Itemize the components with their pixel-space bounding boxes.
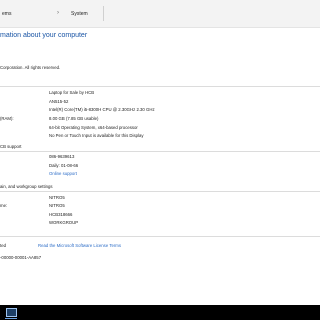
address-divider [103, 6, 104, 21]
breadcrumb-parent[interactable]: ems [2, 11, 11, 17]
model-value: AN515-52 [49, 99, 69, 104]
description-value: HCB318666 [49, 212, 73, 217]
processor-value: Intel(R) Core(TM) i5-8300H CPU @ 2.30GHz… [49, 107, 155, 112]
section-divider [0, 151, 320, 152]
product-id-value: -00000-00001-AA857 [0, 255, 42, 260]
support-phone-value: 086-9639613 [49, 154, 75, 159]
manufacturer-value: Laptop for Sale by HCB [49, 90, 95, 95]
breadcrumb-chevron-icon: › [57, 10, 59, 16]
pen-touch-value: No Pen or Touch Input is available for t… [49, 133, 144, 138]
section-divider [0, 191, 320, 192]
breadcrumb-current[interactable]: System [71, 11, 88, 17]
page-title: mation about your computer [0, 32, 88, 39]
support-section-title: CB support [0, 144, 22, 149]
system-type-value: 64-bit Operating System, x64-based proce… [49, 125, 138, 130]
computer-name-section-title: ain, and workgroup settings [0, 184, 53, 189]
taskbar [0, 305, 320, 320]
license-terms-link[interactable]: Read the Microsoft Software License Term… [38, 243, 121, 248]
computer-name-value: NITRO5 [49, 195, 65, 200]
full-name-value: NITRO5 [49, 203, 65, 208]
copyright-text: Corporation. All rights reserved. [0, 65, 61, 70]
support-hours-value: Daily: 01-08-66 [49, 163, 79, 168]
section-divider [0, 236, 320, 237]
system-window: ems › System mation about your computer … [0, 0, 320, 318]
section-divider [0, 86, 320, 87]
ram-label: (RAM): [0, 116, 14, 121]
activation-status: ted [0, 243, 6, 248]
address-bar: ems › System [0, 0, 320, 28]
online-support-link[interactable]: Online support [49, 171, 77, 176]
ram-value: 8.00 GB (7.85 GB usable) [49, 116, 99, 121]
workgroup-value: WORKGROUP [49, 220, 79, 225]
full-name-label: me: [0, 203, 8, 208]
active-app-indicator [5, 318, 17, 319]
explorer-window-icon[interactable] [6, 308, 17, 317]
